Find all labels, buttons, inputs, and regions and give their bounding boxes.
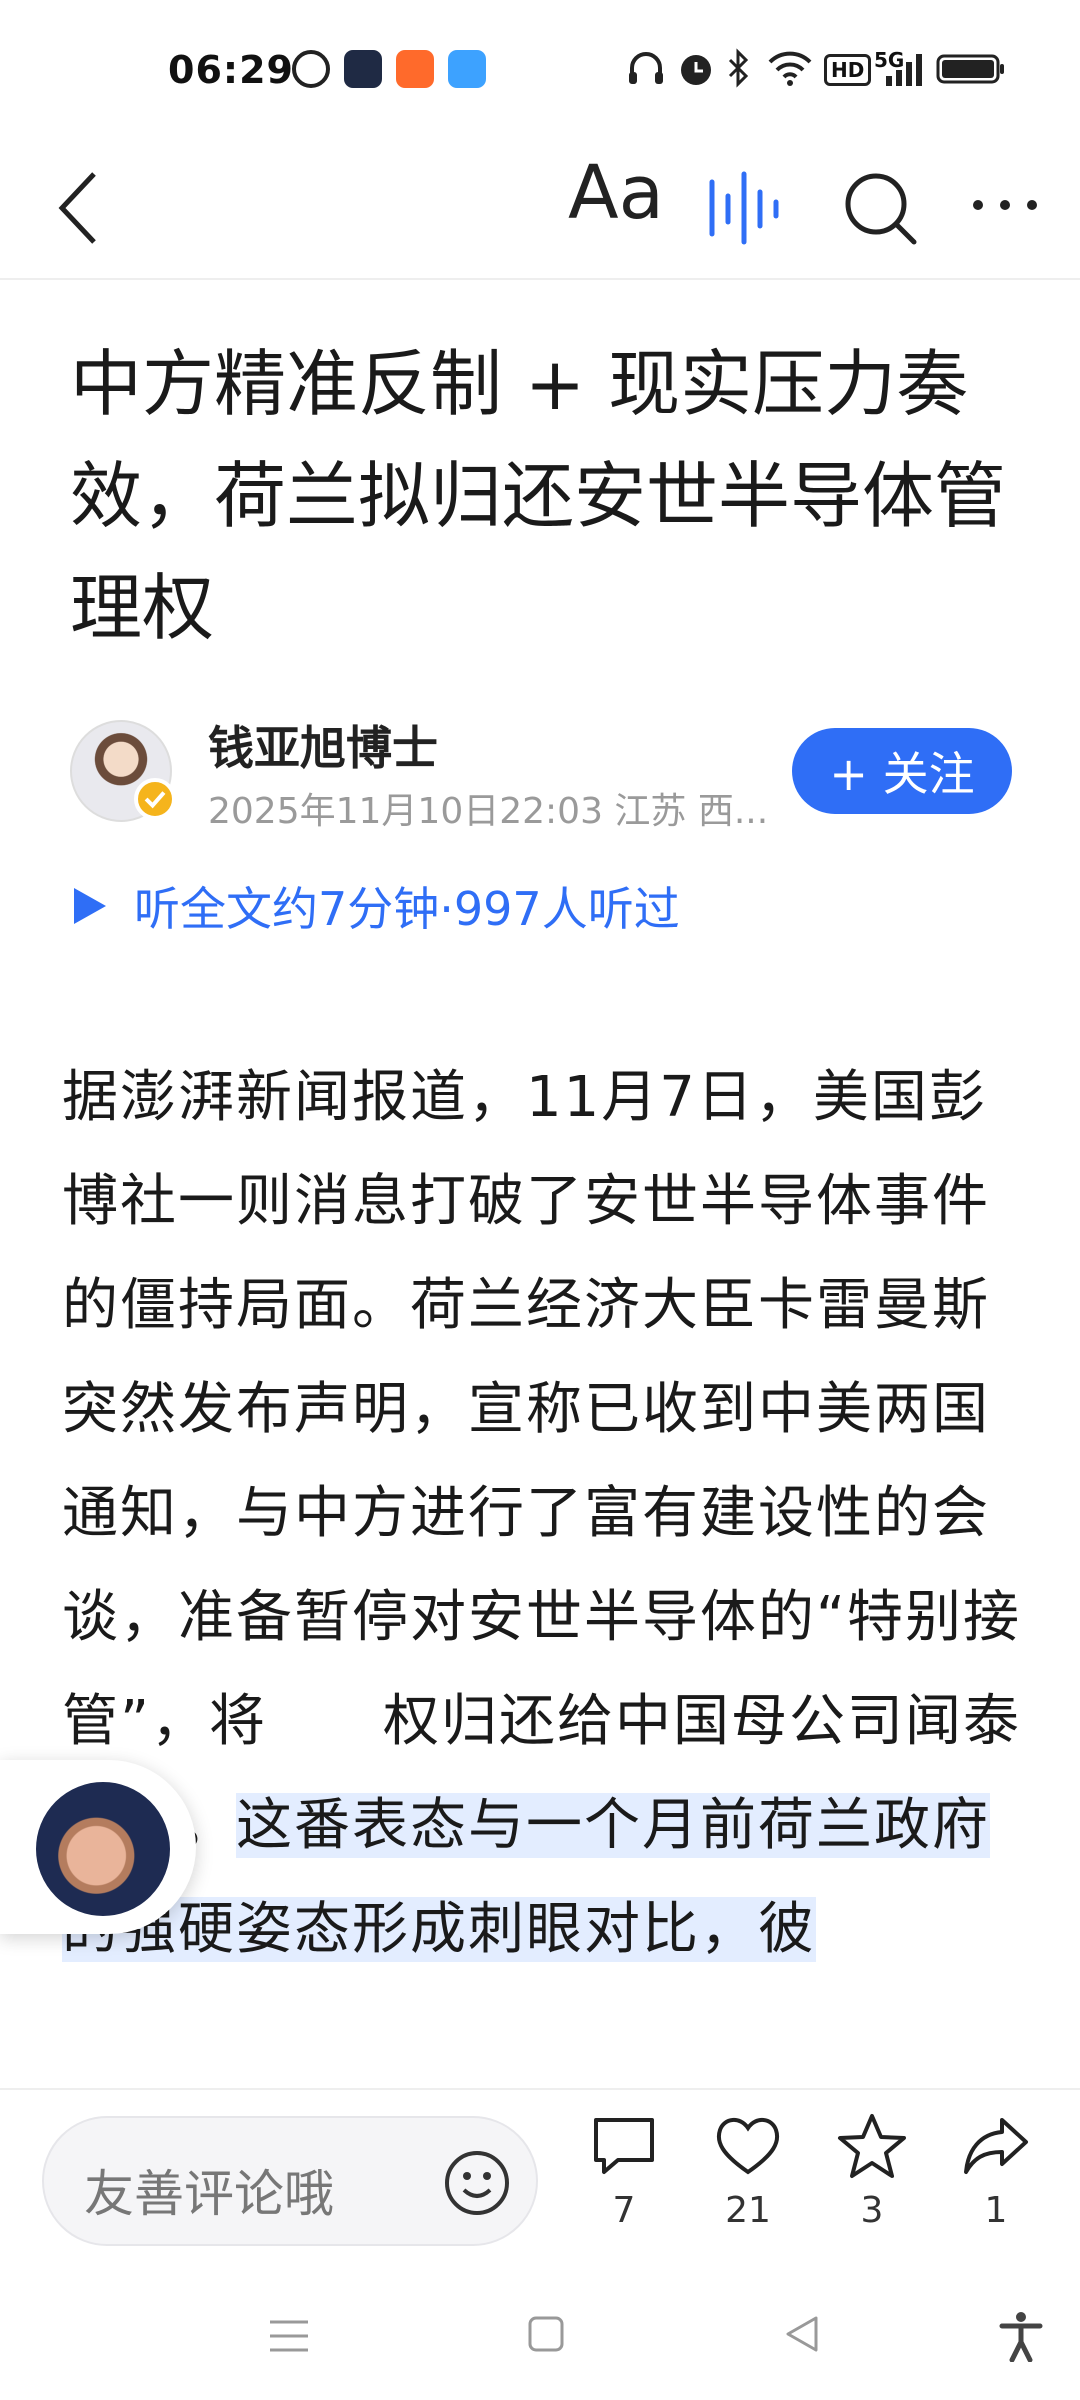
article-toolbar: Aa (0, 140, 1080, 280)
voice-wave-icon[interactable] (706, 168, 786, 248)
status-bar: 06:29 HD 5G (0, 0, 1080, 140)
comment-count: 7 (612, 2190, 636, 2231)
comment-input[interactable]: 友善评论哦 (42, 2116, 538, 2246)
emoji-icon[interactable] (442, 2148, 512, 2218)
comment-placeholder: 友善评论哦 (84, 2165, 334, 2223)
floating-audio-player[interactable] (0, 1760, 196, 1934)
like-button[interactable]: 21 (698, 2110, 798, 2231)
hd-badge: HD (824, 54, 872, 86)
verified-badge-icon (134, 778, 176, 820)
like-count: 21 (725, 2190, 771, 2231)
comment-bar: 友善评论哦 7 21 3 1 (0, 2088, 1080, 2274)
bluetooth-icon (728, 48, 749, 88)
article-title: 中方精准反制 + 现实压力奏效，荷兰拟归还安世半导体管理权 (70, 342, 1007, 650)
more-icon[interactable] (970, 190, 1040, 220)
shop-app-icon (396, 50, 434, 88)
body-paragraph: 据澎湃新闻报道，11月7日，美国彭博社一则消息打破了安世半导体事件的僵持局面。荷… (62, 1065, 1022, 1754)
author-name[interactable]: 钱亚旭博士 (208, 712, 438, 778)
back-arrow-icon[interactable] (50, 158, 110, 258)
listen-full-article[interactable]: 听全文约7分钟·997人听过 (70, 876, 680, 936)
mail-app-icon (344, 50, 382, 88)
search-icon[interactable] (840, 168, 920, 248)
star-icon (838, 2114, 906, 2178)
play-icon (74, 888, 106, 924)
back-nav-icon[interactable] (782, 2314, 822, 2354)
system-nav-bar (0, 2274, 1080, 2400)
font-size-button[interactable]: Aa (568, 150, 664, 236)
headphone-icon (629, 52, 663, 84)
accessibility-icon[interactable] (998, 2310, 1044, 2362)
signal-icon (886, 54, 922, 86)
share-count: 1 (984, 2190, 1008, 2231)
publish-meta: 2025年11月10日22:03 江苏 西... (208, 791, 769, 832)
wifi-icon (768, 51, 812, 86)
clock: 06:29 (168, 48, 294, 92)
headset-app-icon (292, 50, 330, 88)
floating-avatar[interactable] (30, 1776, 176, 1922)
comment-icon (594, 2118, 654, 2174)
favorite-button[interactable]: 3 (822, 2110, 922, 2231)
alarm-icon (681, 55, 711, 85)
follow-button[interactable]: + 关注 (792, 728, 1012, 814)
heart-icon (716, 2118, 780, 2175)
weather-app-icon (448, 50, 486, 88)
home-icon[interactable] (526, 2314, 566, 2354)
listen-label: 听全文约7分钟·997人听过 (134, 882, 680, 936)
favorite-count: 3 (860, 2190, 884, 2231)
battery-icon (936, 54, 1004, 84)
share-button[interactable]: 1 (946, 2110, 1046, 2231)
menu-icon[interactable] (266, 2316, 312, 2356)
article-body: 据澎湃新闻报道，11月7日，美国彭博社一则消息打破了安世半导体事件的僵持局面。荷… (62, 1046, 1022, 1982)
share-icon (964, 2118, 1028, 2174)
comment-button[interactable]: 7 (574, 2110, 674, 2231)
